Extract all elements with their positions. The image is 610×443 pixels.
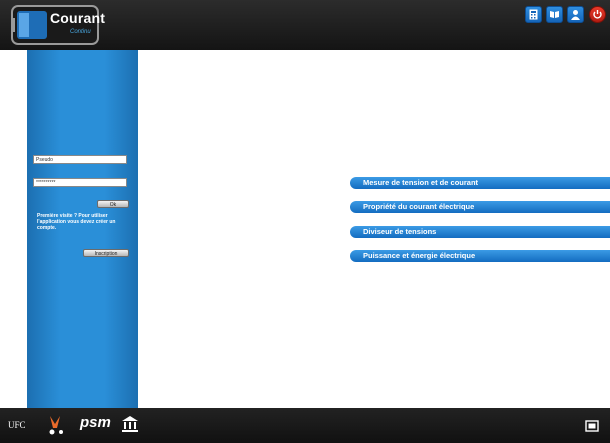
calculator-icon[interactable] [525, 6, 542, 23]
menu-item-diviseur[interactable]: Diviseur de tensions [350, 226, 610, 238]
mascot-logo [46, 414, 68, 441]
app-title: Courant [50, 10, 106, 26]
power-icon[interactable] [589, 6, 606, 23]
signup-button[interactable]: Inscription [83, 249, 129, 257]
ufc-logo: UFC [8, 420, 26, 430]
menu-item-mesure[interactable]: Mesure de tension et de courant [350, 177, 610, 189]
password-field[interactable]: ********** [33, 178, 127, 187]
psm-logo: psm [80, 414, 111, 431]
book-icon[interactable] [546, 6, 563, 23]
university-logo [121, 415, 139, 438]
username-field[interactable]: Pseudo [33, 155, 127, 164]
ok-button[interactable]: Ok [97, 200, 129, 208]
menu-item-puissance[interactable]: Puissance et énergie électrique [350, 250, 610, 262]
signup-hint: Première visite ? Pour utiliser l'applic… [37, 213, 116, 231]
app-subtitle: Continu [70, 29, 91, 35]
user-icon[interactable] [567, 6, 584, 23]
fullscreen-icon[interactable] [585, 419, 599, 437]
top-bar: Courant Continu [0, 0, 610, 50]
menu-item-propriete[interactable]: Propriété du courant électrique [350, 201, 610, 213]
